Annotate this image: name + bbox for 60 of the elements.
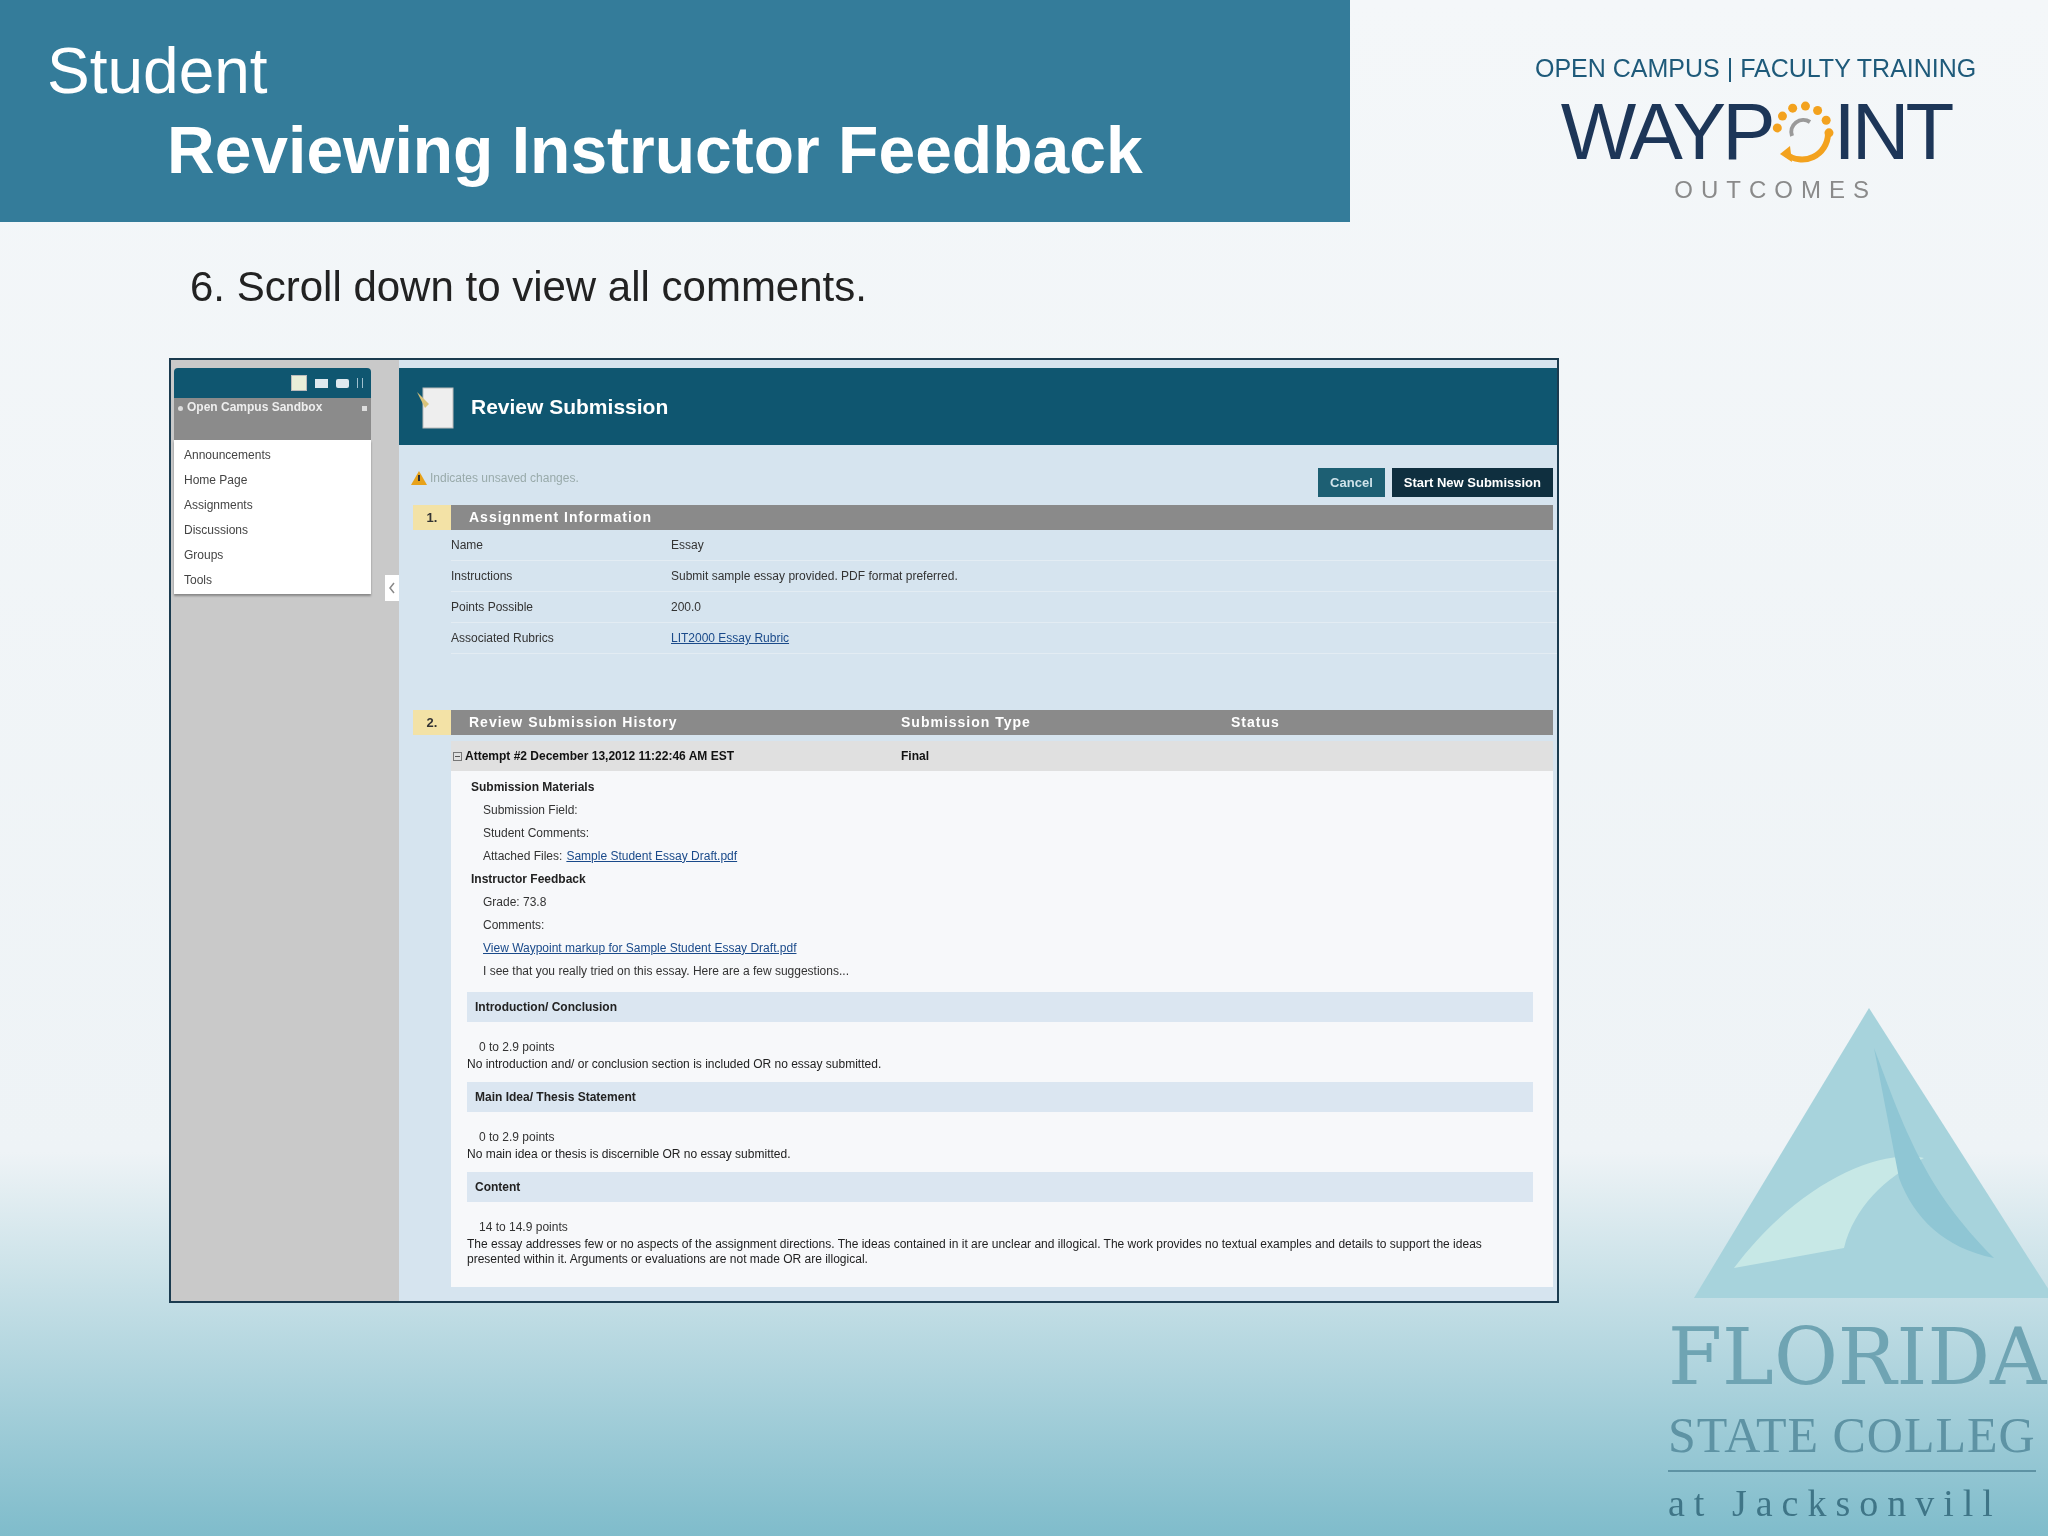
college-location: at Jacksonvill — [1668, 1484, 2002, 1522]
criterion-title: Main Idea/ Thesis Statement — [475, 1089, 636, 1107]
tagline: OPEN CAMPUS | FACULTY TRAINING — [1535, 53, 1977, 84]
start-submission-button[interactable]: Start New Submission — [1391, 467, 1553, 498]
attempt-row[interactable]: Attempt #2 December 13,2012 11:22:46 AM EST Final — [451, 741, 1553, 772]
detail-text: Grade: 73.8 — [483, 893, 547, 911]
warning-icon — [411, 471, 427, 486]
menu-item[interactable]: Home Page — [174, 467, 371, 493]
course-name: Open Campus Sandbox — [187, 401, 324, 416]
rubric-link[interactable]: LIT2000 Essay Rubric — [671, 629, 790, 648]
column-header: Submission Type — [901, 713, 1032, 733]
grid-icon[interactable] — [291, 375, 307, 392]
field-label: Associated Rubrics — [451, 630, 555, 648]
logo-text: WAYP — [1560, 91, 1772, 172]
criterion-points: 14 to 14.9 points — [478, 1219, 569, 1237]
field-label: Points Possible — [451, 599, 535, 617]
section-title: Assignment Information — [468, 508, 652, 528]
unsaved-note: Indicates unsaved changes. — [430, 470, 579, 488]
menu-item[interactable]: Discussions — [174, 517, 371, 543]
field-value: Submit sample essay provided. PDF format preferred. — [671, 568, 958, 586]
section-number: 1. — [413, 505, 451, 531]
field-value: 200.0 — [671, 599, 702, 617]
college-name: FLORIDA — [1668, 1318, 2047, 1396]
criterion-points: 0 to 2.9 points — [478, 1129, 556, 1147]
criterion-description: No main idea or thesis is discernible OR no essay submitted. — [467, 1147, 792, 1163]
collapse-sidebar-icon[interactable] — [385, 575, 399, 602]
step-instruction: 6. Scroll down to view all comments. — [190, 262, 868, 312]
attempt-title: Attempt #2 December 13,2012 11:22:46 AM EST — [465, 748, 735, 766]
criterion-title: Introduction/ Conclusion — [475, 999, 617, 1017]
page-title: Review Submission — [471, 394, 669, 421]
criterion-title: Content — [475, 1179, 521, 1197]
college-name: STATE COLLEG — [1668, 1410, 2036, 1472]
detail-text: I see that you really tried on this essay. Here are a few suggestions... — [483, 962, 849, 980]
section-number: 2. — [413, 710, 451, 736]
slide-title: Reviewing Instructor Feedback — [167, 114, 1144, 187]
markup-link[interactable]: View Waypoint markup for Sample Student Essay Draft.pdf — [483, 938, 797, 957]
logo-subtitle: OUTCOMES — [1674, 174, 1877, 205]
logo-text: INT — [1833, 91, 1951, 172]
column-header: Status — [1231, 713, 1280, 733]
menu-item[interactable]: Groups — [174, 542, 371, 568]
submission-type: Final — [901, 748, 929, 766]
detail-text: Submission Field: — [483, 801, 578, 819]
column-header: Review Submission History — [468, 713, 679, 733]
menu-item[interactable]: Assignments — [174, 492, 371, 518]
file-link[interactable]: Sample Student Essay Draft.pdf — [566, 846, 738, 865]
criterion-description: No introduction and/ or conclusion section is included OR no essay submitted. — [467, 1057, 883, 1073]
section-heading: Submission Materials — [471, 778, 596, 796]
detail-text: Student Comments: — [483, 824, 590, 842]
section-title: Student — [47, 36, 269, 107]
field-value: Essay — [671, 537, 704, 555]
criterion-points: 0 to 2.9 points — [478, 1039, 556, 1057]
field-label: Instructions — [451, 568, 514, 586]
criterion-description: The essay addresses few or no aspects of the assignment directions. The ideas contained in it are unclear and illogical. The work provides no textual examples and details to support the ideas presented within it. Arguments or evaluations are not made OR are illogical. — [467, 1237, 1483, 1268]
detail-text: Attached Files: — [483, 847, 563, 865]
field-label: Name — [451, 537, 484, 555]
menu-item[interactable]: Tools — [174, 567, 371, 593]
menu-item[interactable]: Announcements — [174, 442, 371, 468]
section-heading: Instructor Feedback — [471, 870, 587, 888]
detail-text: Comments: — [483, 916, 545, 934]
cancel-button[interactable]: Cancel — [1318, 467, 1385, 498]
